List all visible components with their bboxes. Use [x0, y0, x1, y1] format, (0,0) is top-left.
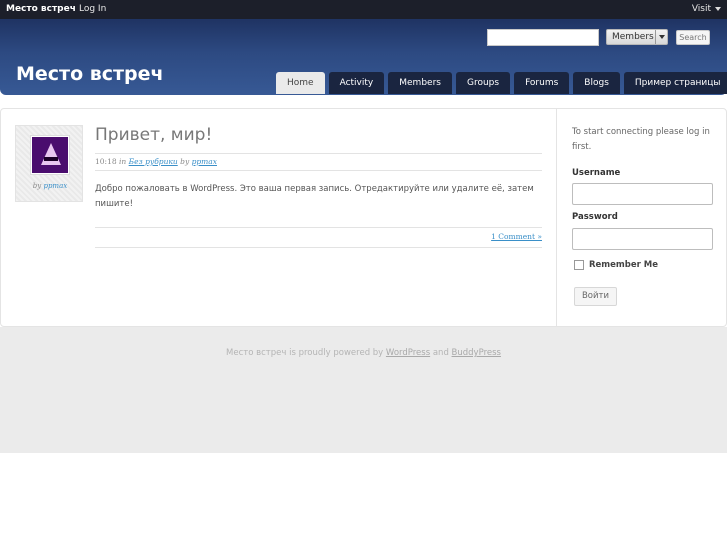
author-by-label: by: [32, 182, 42, 190]
remember-me-checkbox[interactable]: [574, 260, 584, 270]
avatar-triangle-shape: [41, 143, 61, 165]
post-time: 10:18: [95, 157, 117, 166]
author-link[interactable]: ppmax: [43, 182, 67, 190]
tab-activity[interactable]: Activity: [328, 72, 385, 94]
tab-home[interactable]: Home: [276, 72, 325, 94]
password-input[interactable]: [572, 228, 713, 250]
sidebar: To start connecting please log in first.…: [556, 109, 726, 326]
search-button[interactable]: Search: [676, 30, 710, 45]
chevron-down-icon: [655, 30, 667, 44]
main-nav: Home Activity Members Groups Forums Blog…: [276, 72, 727, 94]
footer-credits: Место встреч is proudly powered by WordP…: [0, 348, 727, 358]
buddypress-link[interactable]: BuddyPress: [452, 348, 501, 358]
footer-prefix: Место встреч is proudly powered by: [226, 348, 386, 358]
admin-bar: Место встреч Log In Visit: [0, 0, 727, 19]
post-in-label: in: [119, 157, 127, 166]
main-content: by ppmax Привет, мир! 10:18 in Без рубри…: [0, 108, 727, 327]
wordpress-link[interactable]: WordPress: [386, 348, 430, 358]
tab-groups[interactable]: Groups: [455, 72, 511, 94]
visit-label: Visit: [691, 4, 711, 14]
post-title[interactable]: Привет, мир!: [95, 125, 212, 145]
chevron-down-icon: [715, 6, 721, 11]
post-body: Добро пожаловать в WordPress. Это ваша п…: [95, 184, 534, 209]
admin-bar-visit-menu[interactable]: Visit: [692, 4, 721, 14]
username-label: Username: [572, 168, 621, 178]
post-author-link[interactable]: ppmax: [192, 157, 217, 166]
site-header: Members Search Место встреч Home Activit…: [0, 19, 727, 95]
site-footer: Место встреч is proudly powered by WordP…: [0, 327, 727, 453]
login-intro-text: To start connecting please log in first.: [572, 127, 710, 152]
footer-and: and: [430, 348, 452, 358]
tab-forums[interactable]: Forums: [514, 72, 570, 94]
category-link[interactable]: Без рубрики: [129, 157, 178, 166]
search-input[interactable]: [487, 29, 599, 46]
username-input[interactable]: [572, 183, 713, 205]
author-box: by ppmax: [15, 125, 83, 202]
avatar-mouth-shape: [44, 157, 58, 161]
post-by-label: by: [180, 157, 190, 166]
author-byline: by ppmax: [16, 182, 84, 190]
admin-bar-site-name[interactable]: Место встреч: [6, 4, 76, 14]
site-title[interactable]: Место встреч: [16, 63, 164, 85]
admin-bar-login-link[interactable]: Log In: [79, 4, 106, 14]
tab-members[interactable]: Members: [388, 72, 452, 94]
password-label: Password: [572, 212, 618, 222]
comments-link[interactable]: 1 Comment »: [491, 232, 542, 241]
post-footer: 1 Comment »: [95, 227, 542, 248]
search-scope-select[interactable]: Members: [606, 29, 668, 45]
tab-blogs[interactable]: Blogs: [573, 72, 620, 94]
login-button[interactable]: Войти: [574, 287, 617, 306]
tab-sample-page[interactable]: Пример страницы: [623, 72, 727, 94]
search-scope-label: Members: [612, 32, 654, 42]
avatar[interactable]: [30, 135, 70, 175]
avatar-image: [32, 137, 68, 173]
remember-me-label[interactable]: Remember Me: [589, 260, 658, 270]
post-meta: 10:18 in Без рубрики by ppmax: [95, 153, 542, 171]
